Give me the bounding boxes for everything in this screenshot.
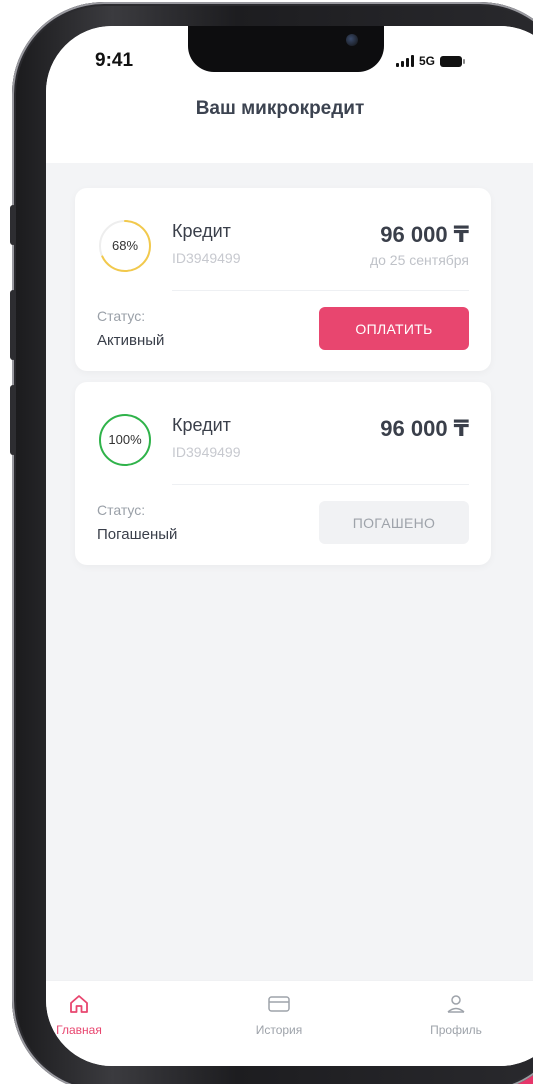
progress-ring: 100% bbox=[97, 412, 153, 468]
volume-down-button bbox=[10, 385, 16, 455]
user-icon bbox=[447, 995, 465, 1013]
phone-screen: 9:41 5G Ваш микрокредит 68% Кредит ID394… bbox=[46, 26, 533, 1066]
volume-up-button bbox=[10, 290, 16, 360]
stage: 9:41 5G Ваш микрокредит 68% Кредит ID394… bbox=[0, 0, 533, 1084]
mute-switch bbox=[10, 205, 16, 245]
card-icon bbox=[268, 996, 290, 1012]
tab-profile[interactable]: Профиль bbox=[411, 993, 501, 1037]
loan-title: Кредит bbox=[172, 415, 231, 435]
tab-home[interactable]: Главная bbox=[46, 993, 124, 1037]
loan-id: ID3949499 bbox=[172, 444, 241, 460]
tab-label: История bbox=[255, 1023, 303, 1037]
notch bbox=[188, 26, 384, 72]
page-title: Ваш микрокредит bbox=[195, 98, 365, 119]
loan-card[interactable]: 68% Кредит ID3949499 96 000 ₸ до 25 сент… bbox=[75, 188, 491, 371]
loan-amount: 96 000 ₸ bbox=[380, 416, 469, 441]
loan-amount: 96 000 ₸ bbox=[380, 222, 469, 247]
divider bbox=[172, 290, 469, 291]
tab-bar: Главная История Профиль bbox=[46, 980, 533, 1066]
status-indicators: 5G bbox=[396, 54, 466, 68]
divider bbox=[172, 484, 469, 485]
tab-label: Профиль bbox=[430, 1023, 482, 1037]
due-date: до 25 сентября bbox=[369, 252, 469, 268]
status-time: 9:41 bbox=[95, 50, 134, 71]
tab-label: Главная bbox=[56, 1023, 102, 1037]
loan-id: ID3949499 bbox=[172, 250, 241, 266]
status-value: Активный bbox=[97, 332, 165, 349]
pay-button[interactable]: ОПЛАТИТЬ bbox=[319, 307, 469, 350]
loan-title: Кредит bbox=[172, 221, 231, 241]
paid-button[interactable]: ПОГАШЕНО bbox=[319, 501, 469, 544]
app-header: 9:41 5G Ваш микрокредит bbox=[46, 26, 533, 163]
tab-history[interactable]: История bbox=[234, 993, 324, 1037]
status-label: Статус: bbox=[97, 308, 146, 324]
progress-ring: 68% bbox=[97, 218, 153, 274]
camera-icon bbox=[346, 34, 358, 46]
signal-icon bbox=[396, 55, 414, 67]
status-value: Погашеный bbox=[97, 526, 178, 543]
progress-label: 100% bbox=[108, 432, 142, 447]
network-type: 5G bbox=[419, 54, 436, 68]
home-icon bbox=[70, 995, 88, 1013]
loan-card[interactable]: 100% Кредит ID3949499 96 000 ₸ Статус: П… bbox=[75, 382, 491, 565]
status-label: Статус: bbox=[97, 502, 146, 518]
battery-icon bbox=[440, 55, 466, 67]
progress-label: 68% bbox=[111, 238, 139, 253]
